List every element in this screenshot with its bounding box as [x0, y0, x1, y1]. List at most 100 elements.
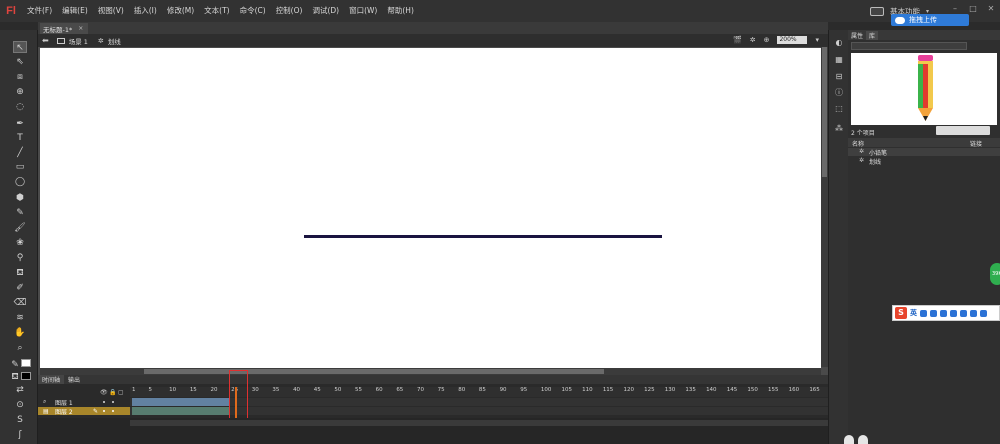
- menu-help[interactable]: 帮助(H): [382, 0, 419, 22]
- lock-dot[interactable]: [112, 401, 114, 403]
- close-icon[interactable]: ✕: [986, 4, 996, 14]
- line-tool-icon[interactable]: ╱: [13, 147, 27, 159]
- menu-window[interactable]: 窗口(W): [344, 0, 382, 22]
- selection-tool-icon[interactable]: ↖: [13, 41, 27, 53]
- free-transform-tool-icon[interactable]: ⧈: [13, 71, 27, 83]
- pencil-tool-icon[interactable]: ✎: [13, 207, 27, 219]
- keyboard-icon[interactable]: [950, 309, 957, 317]
- zoom-select[interactable]: 200%: [777, 36, 808, 44]
- library-item[interactable]: ✲ 划线: [848, 157, 1000, 166]
- scrollbar-thumb[interactable]: [822, 47, 827, 177]
- subselection-tool-icon[interactable]: ⇖: [13, 56, 27, 68]
- stroke-color-icon[interactable]: ✎: [8, 359, 22, 371]
- library-search-input[interactable]: [936, 126, 990, 135]
- toolbox-icon[interactable]: [970, 309, 977, 317]
- eyedropper-tool-icon[interactable]: ✐: [13, 282, 27, 294]
- 3d-rotation-tool-icon[interactable]: ⊕: [13, 86, 27, 98]
- menu-edit[interactable]: 编辑(E): [57, 0, 93, 22]
- column-linkage[interactable]: 链接: [970, 139, 982, 148]
- paint-bucket-tool-icon[interactable]: ⛾: [13, 267, 27, 279]
- tab-output[interactable]: 输出: [64, 375, 84, 384]
- layer-row[interactable]: ⌕ 图层 1: [38, 398, 130, 407]
- network-speed-badge[interactable]: 39K: [990, 263, 1000, 285]
- rectangle-tool-icon[interactable]: ▭: [13, 161, 27, 173]
- components-panel-icon[interactable]: ⁂: [834, 124, 844, 134]
- tab-library[interactable]: 库: [866, 30, 879, 40]
- zoom-tool-icon[interactable]: ⌕: [13, 342, 27, 354]
- symbol-label[interactable]: 划线: [108, 36, 121, 46]
- minimize-icon[interactable]: –: [950, 4, 960, 14]
- eye-icon[interactable]: 👁: [100, 389, 108, 396]
- pen-tool-icon[interactable]: ✒: [13, 118, 27, 130]
- drawn-line-shape[interactable]: [304, 235, 662, 238]
- menu-insert[interactable]: 插入(I): [129, 0, 162, 22]
- bone-tool-icon[interactable]: ⚲: [13, 252, 27, 264]
- upload-button[interactable]: 拖拽上传: [891, 14, 969, 26]
- menu-modify[interactable]: 修改(M): [162, 0, 199, 22]
- layer-name[interactable]: 图层 2: [55, 407, 73, 416]
- width-tool-icon[interactable]: ≋: [13, 312, 27, 324]
- skin-icon[interactable]: [960, 309, 967, 317]
- chevron-down-icon[interactable]: ▾: [815, 36, 819, 44]
- transform-panel-icon[interactable]: ⬚: [834, 104, 844, 114]
- lock-dot[interactable]: [112, 410, 114, 412]
- eraser-tool-icon[interactable]: ⌫: [13, 297, 27, 309]
- align-panel-icon[interactable]: ⊟: [834, 72, 844, 82]
- fill-color-swatch[interactable]: [21, 372, 31, 380]
- tab-timeline[interactable]: 时间轴: [38, 375, 65, 384]
- menu-file[interactable]: 文件(F): [22, 0, 57, 22]
- ime-mode-label[interactable]: 英: [910, 308, 917, 318]
- center-stage-icon[interactable]: ⊕: [764, 36, 770, 44]
- stage[interactable]: [40, 48, 821, 368]
- timeline-scrollbar[interactable]: [130, 420, 828, 426]
- edit-symbols-icon[interactable]: ✲: [750, 36, 756, 44]
- motion-tween-span[interactable]: [132, 407, 230, 415]
- hand-tool-icon[interactable]: ✋: [13, 327, 27, 339]
- polystar-tool-icon[interactable]: ⬢: [13, 192, 27, 204]
- menu-commands[interactable]: 命令(C): [235, 0, 271, 22]
- maximize-icon[interactable]: □: [968, 4, 978, 14]
- outline-icon[interactable]: ▢: [118, 389, 124, 396]
- edit-scene-icon[interactable]: 🎬: [733, 36, 742, 44]
- scene-label[interactable]: 场景 1: [69, 36, 88, 46]
- visibility-dot[interactable]: [103, 401, 105, 403]
- scrollbar-thumb[interactable]: [144, 369, 604, 374]
- ime-toolbar[interactable]: S 英: [892, 305, 1000, 321]
- visibility-dot[interactable]: [103, 410, 105, 412]
- tab-properties[interactable]: 属性: [848, 31, 866, 40]
- menu-view[interactable]: 视图(V): [93, 0, 129, 22]
- horizontal-scrollbar[interactable]: [40, 368, 821, 375]
- fill-color-icon[interactable]: ⛾: [8, 371, 22, 383]
- emoji-icon[interactable]: [930, 309, 937, 317]
- menu-text[interactable]: 文本(T): [199, 0, 234, 22]
- smooth-icon[interactable]: S: [13, 414, 27, 426]
- lasso-tool-icon[interactable]: ◌: [13, 101, 27, 113]
- menu-control[interactable]: 控制(O): [271, 0, 308, 22]
- straighten-icon[interactable]: ʃ: [13, 429, 27, 441]
- deco-tool-icon[interactable]: ❀: [13, 237, 27, 249]
- column-name[interactable]: 名称: [852, 139, 864, 148]
- stroke-color-swatch[interactable]: [21, 359, 31, 367]
- color-panel-icon[interactable]: ◐: [834, 38, 844, 48]
- back-arrow-icon[interactable]: ⬅: [42, 36, 49, 45]
- document-tab[interactable]: 无标题-1* ×: [40, 23, 88, 34]
- library-document-select[interactable]: [851, 42, 967, 50]
- text-tool-icon[interactable]: T: [13, 132, 27, 144]
- menu-debug[interactable]: 调试(D): [307, 0, 344, 22]
- layer-row-selected[interactable]: ▤ 图层 2 ✎: [38, 407, 130, 416]
- vertical-scrollbar[interactable]: [821, 47, 828, 367]
- microphone-icon[interactable]: [940, 309, 947, 317]
- close-icon[interactable]: ×: [78, 25, 83, 32]
- library-item[interactable]: ✲ 小铅笔: [848, 148, 1000, 157]
- snap-magnet-icon[interactable]: ⊙: [13, 399, 27, 411]
- layer-name[interactable]: 图层 1: [55, 398, 73, 407]
- motion-tween-span[interactable]: [132, 398, 230, 406]
- lock-icon[interactable]: 🔒: [109, 389, 116, 396]
- settings-icon[interactable]: [980, 309, 987, 317]
- punctuation-icon[interactable]: [920, 309, 927, 317]
- info-panel-icon[interactable]: ⓘ: [834, 88, 844, 98]
- brush-tool-icon[interactable]: 🖌: [13, 222, 27, 234]
- swatches-panel-icon[interactable]: ▦: [834, 55, 844, 65]
- swap-colors-icon[interactable]: ⇄: [13, 384, 27, 396]
- oval-tool-icon[interactable]: ◯: [13, 176, 27, 188]
